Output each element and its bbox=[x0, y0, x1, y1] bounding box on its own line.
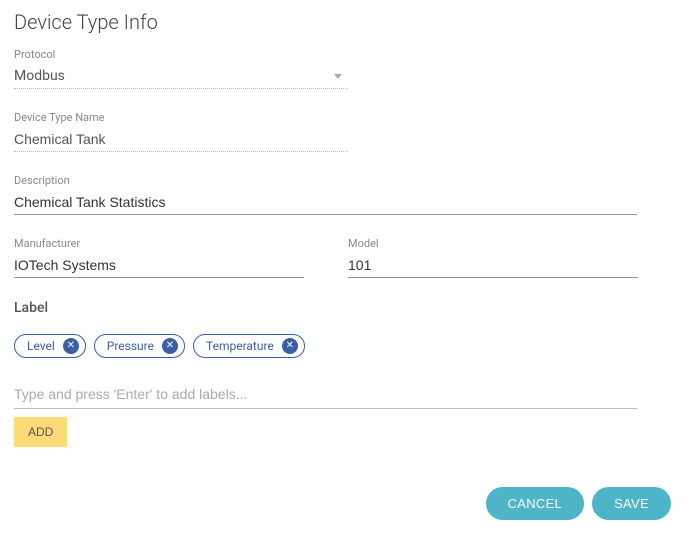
chip-pressure: Pressure ✕ bbox=[94, 334, 185, 358]
protocol-value: Modbus bbox=[14, 68, 65, 84]
protocol-select[interactable]: Modbus bbox=[14, 64, 348, 89]
model-label: Model bbox=[348, 237, 638, 250]
cancel-button[interactable]: CANCEL bbox=[486, 487, 585, 520]
close-icon[interactable]: ✕ bbox=[162, 338, 178, 354]
manufacturer-input[interactable] bbox=[14, 253, 304, 278]
description-input[interactable] bbox=[14, 190, 637, 215]
save-button[interactable]: SAVE bbox=[592, 487, 671, 520]
chevron-down-icon bbox=[334, 74, 342, 79]
chip-label: Temperature bbox=[206, 339, 274, 353]
label-input[interactable] bbox=[14, 380, 637, 409]
chip-temperature: Temperature ✕ bbox=[193, 334, 305, 358]
device-type-name-label: Device Type Name bbox=[14, 111, 683, 124]
description-label: Description bbox=[14, 174, 683, 187]
chip-label: Pressure bbox=[107, 339, 154, 353]
device-type-name-input[interactable] bbox=[14, 127, 348, 152]
chip-container: Level ✕ Pressure ✕ Temperature ✕ bbox=[14, 334, 683, 358]
model-input[interactable] bbox=[348, 253, 638, 278]
add-button[interactable]: ADD bbox=[14, 417, 67, 447]
manufacturer-label: Manufacturer bbox=[14, 237, 304, 250]
chip-level: Level ✕ bbox=[14, 334, 86, 358]
chip-label: Level bbox=[27, 339, 55, 353]
close-icon[interactable]: ✕ bbox=[63, 338, 79, 354]
close-icon[interactable]: ✕ bbox=[282, 338, 298, 354]
label-heading: Label bbox=[14, 300, 683, 316]
protocol-label: Protocol bbox=[14, 48, 683, 61]
page-title: Device Type Info bbox=[14, 10, 683, 34]
